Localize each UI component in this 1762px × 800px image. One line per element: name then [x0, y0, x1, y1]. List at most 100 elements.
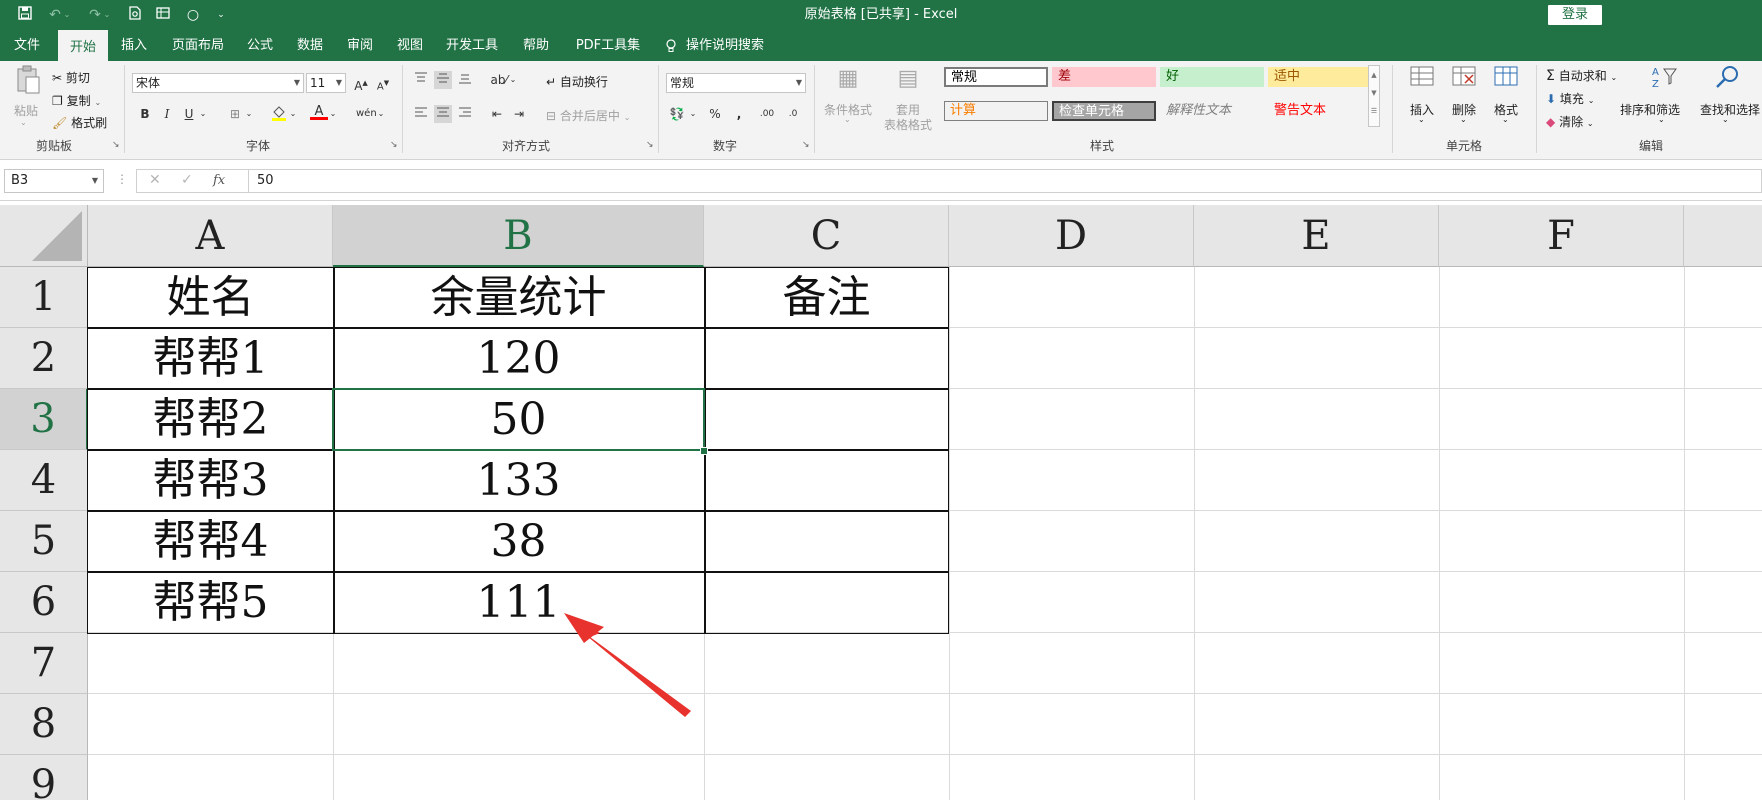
style-good[interactable]: 好	[1160, 67, 1264, 87]
clear-button[interactable]: ◆ 清除 ⌄	[1546, 113, 1594, 130]
scroll-up-icon[interactable]: ▲	[1369, 66, 1379, 84]
copy-button[interactable]: ❐ 复制 ⌄	[52, 92, 101, 109]
shrink-font-icon[interactable]: A▼	[374, 74, 392, 92]
format-cells-icon[interactable]	[1490, 63, 1522, 95]
format-dropdown-icon[interactable]: ⌄	[1502, 115, 1509, 124]
style-explanatory[interactable]: 解释性文本	[1160, 101, 1264, 121]
tab-insert[interactable]: 插入	[112, 30, 156, 61]
tab-review[interactable]: 审阅	[338, 30, 382, 61]
font-size-combo[interactable]: 11 ▼	[306, 73, 346, 93]
insert-cells-icon[interactable]	[1406, 63, 1438, 95]
tell-me-search[interactable]: 操作说明搜索	[686, 30, 786, 61]
currency-dropdown-icon[interactable]: ⌄	[688, 105, 698, 123]
border-icon[interactable]: ⊞	[226, 105, 244, 123]
cell-a4[interactable]: 帮帮3	[88, 450, 333, 511]
select-all-corner[interactable]	[0, 205, 88, 267]
cell-c4[interactable]	[704, 450, 949, 511]
align-middle-icon[interactable]	[434, 71, 452, 89]
tab-file[interactable]: 文件	[0, 30, 54, 61]
paste-button[interactable]: 粘贴	[14, 102, 38, 119]
cell-b5[interactable]: 38	[333, 511, 704, 572]
style-normal[interactable]: 常规	[944, 67, 1048, 87]
row-header-8[interactable]: 8	[0, 694, 88, 755]
autosum-button[interactable]: Σ 自动求和 ⌄	[1546, 67, 1617, 84]
cell-b4[interactable]: 133	[333, 450, 704, 511]
style-bad[interactable]: 差	[1052, 67, 1156, 87]
cell-a2[interactable]: 帮帮1	[88, 328, 333, 389]
circle-icon[interactable]: ○	[184, 6, 202, 24]
decrease-indent-icon[interactable]: ⇤	[488, 105, 506, 123]
style-check-cell[interactable]: 检查单元格	[1052, 101, 1156, 121]
find-select-icon[interactable]	[1712, 63, 1744, 95]
number-format-combo[interactable]: 常规 ▼	[666, 73, 806, 93]
sort-filter-icon[interactable]: AZ	[1648, 63, 1680, 95]
cell-b2[interactable]: 120	[333, 328, 704, 389]
clipboard-launcher-icon[interactable]: ↘	[112, 141, 121, 150]
chevron-down-icon[interactable]: ▼	[92, 170, 98, 192]
cut-button[interactable]: ✂ 剪切	[52, 69, 90, 86]
orientation-dropdown-icon[interactable]: ⌄	[508, 71, 518, 89]
row-header-9[interactable]: 9	[0, 755, 88, 800]
cell-a3[interactable]: 帮帮2	[88, 389, 333, 450]
conditional-format-dropdown-icon[interactable]: ⌄	[844, 115, 851, 124]
cell-a5[interactable]: 帮帮4	[88, 511, 333, 572]
tab-formulas[interactable]: 公式	[238, 30, 282, 61]
cell-c1[interactable]: 备注	[704, 267, 949, 328]
number-launcher-icon[interactable]: ↘	[802, 141, 811, 150]
italic-icon[interactable]: I	[158, 105, 176, 123]
format-painter-button[interactable]: 🖌 格式刷	[52, 114, 107, 131]
row-header-6[interactable]: 6	[0, 572, 88, 633]
column-header-partial[interactable]	[1684, 205, 1762, 267]
conditional-format-icon[interactable]: ▦	[832, 63, 864, 95]
row-header-7[interactable]: 7	[0, 633, 88, 694]
align-top-icon[interactable]	[412, 71, 430, 89]
find-select-button[interactable]: 查找和选择	[1700, 101, 1760, 118]
insert-function-icon[interactable]: fx	[213, 173, 225, 188]
scroll-down-icon[interactable]: ▼	[1369, 84, 1379, 102]
cell-a6[interactable]: 帮帮5	[88, 572, 333, 633]
font-color-icon[interactable]: A	[310, 103, 328, 121]
cell-c3[interactable]	[704, 389, 949, 450]
underline-icon[interactable]: U	[180, 105, 198, 123]
column-header-c[interactable]: C	[704, 205, 949, 267]
phonetic-icon[interactable]: wén	[356, 105, 377, 123]
fill-color-dropdown-icon[interactable]: ⌄	[288, 105, 298, 123]
cancel-icon[interactable]: ✕	[149, 172, 161, 188]
column-header-f[interactable]: F	[1439, 205, 1684, 267]
style-warning[interactable]: 警告文本	[1268, 101, 1368, 121]
formula-input[interactable]: 50	[248, 169, 1762, 193]
fill-handle[interactable]	[700, 447, 708, 455]
column-header-d[interactable]: D	[949, 205, 1194, 267]
align-right-icon[interactable]	[456, 105, 474, 123]
cell-c6[interactable]	[704, 572, 949, 633]
tab-data[interactable]: 数据	[288, 30, 332, 61]
tab-view[interactable]: 视图	[388, 30, 432, 61]
table-format-line2[interactable]: 表格格式	[884, 116, 932, 133]
cell-b1[interactable]: 余量统计	[333, 267, 704, 328]
print-preview-icon[interactable]	[126, 6, 144, 24]
style-calculation[interactable]: 计算	[944, 101, 1048, 121]
delete-dropdown-icon[interactable]: ⌄	[1460, 115, 1467, 124]
paste-icon[interactable]	[12, 65, 44, 97]
cell-a1[interactable]: 姓名	[88, 267, 333, 328]
grow-font-icon[interactable]: A▲	[352, 74, 370, 93]
sort-filter-button[interactable]: 排序和筛选	[1620, 101, 1680, 118]
tab-help[interactable]: 帮助	[514, 30, 558, 61]
orientation-icon[interactable]: ab⁄	[490, 71, 508, 89]
enter-icon[interactable]: ✓	[181, 172, 193, 188]
row-header-1[interactable]: 1	[0, 267, 88, 328]
phonetic-dropdown-icon[interactable]: ⌄	[376, 105, 386, 123]
cell-c2[interactable]	[704, 328, 949, 389]
column-header-b[interactable]: B	[333, 205, 704, 267]
name-box[interactable]: B3 ▼	[4, 169, 104, 193]
style-neutral[interactable]: 适中	[1268, 67, 1368, 87]
underline-dropdown-icon[interactable]: ⌄	[198, 105, 208, 123]
tab-page-layout[interactable]: 页面布局	[164, 30, 232, 61]
fill-color-icon[interactable]	[270, 105, 288, 123]
find-dropdown-icon[interactable]: ⌄	[1722, 115, 1729, 124]
percent-icon[interactable]: %	[706, 105, 724, 123]
redo-dropdown-icon[interactable]: ⌄	[102, 6, 112, 24]
paste-dropdown-icon[interactable]: ⌄	[20, 118, 27, 127]
row-header-4[interactable]: 4	[0, 450, 88, 511]
comma-icon[interactable]: ,	[730, 105, 748, 123]
